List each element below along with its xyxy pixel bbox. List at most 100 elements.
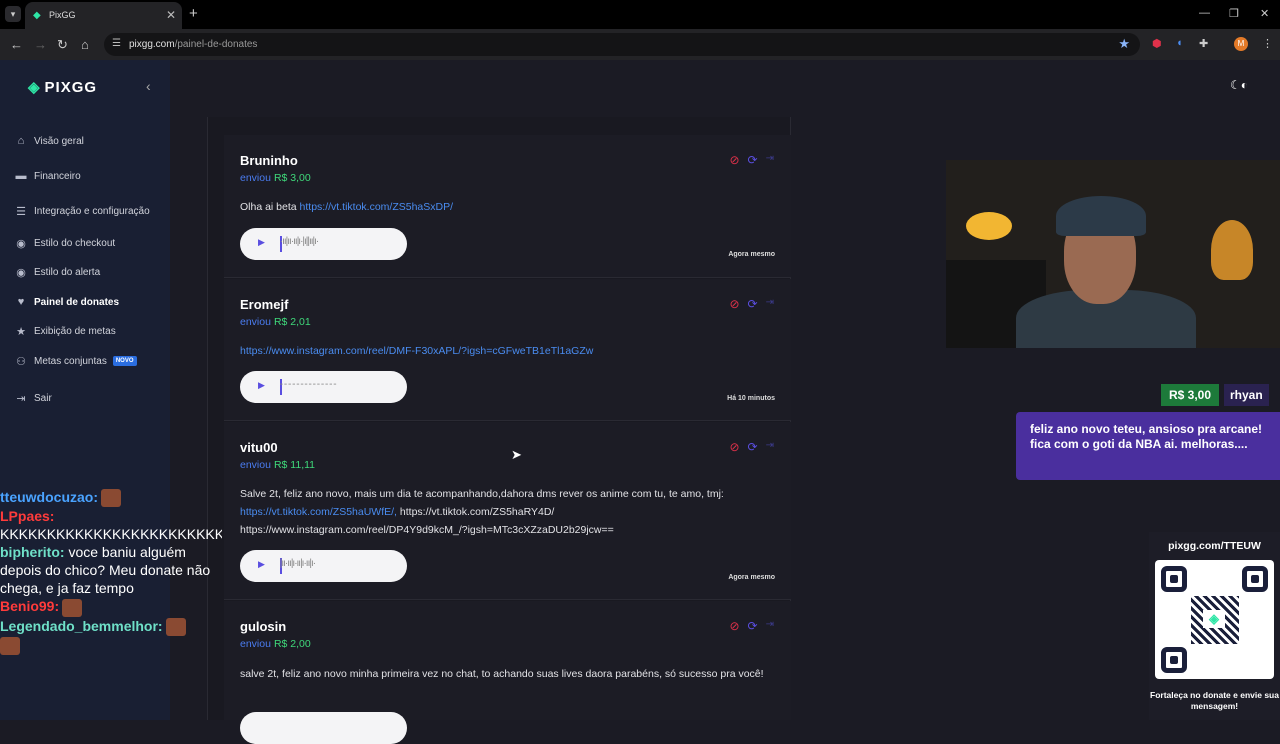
donation-actions: ⊘ ⟳ ⇥: [729, 440, 774, 454]
skip-icon[interactable]: ⇥: [766, 440, 774, 454]
replay-icon[interactable]: ⟳: [748, 153, 758, 167]
donation-actions: ⊘ ⟳ ⇥: [729, 153, 774, 167]
alert-amount: R$ 3,00: [1161, 384, 1220, 406]
forward-icon[interactable]: →: [34, 37, 47, 52]
message-link[interactable]: https://vt.tiktok.com/ZS5haSxDP/: [300, 201, 453, 213]
play-icon[interactable]: ▶: [258, 380, 265, 391]
qr-panel: pixgg.com/TTEUW ◈ Fortaleça no donate e …: [1149, 532, 1280, 720]
donor-name: Eromejf: [240, 297, 289, 312]
sidebar-item-sair[interactable]: ⇥ Sair: [14, 388, 51, 408]
message-link[interactable]: https://vt.tiktok.com/ZS5haUWfE/,: [240, 506, 397, 518]
audio-player[interactable]: ▶ ·ıı|ıı·ıı|ı·|ı||ıı|ı·: [240, 228, 407, 260]
extension-icon[interactable]: ⬢: [1152, 37, 1162, 50]
collapse-sidebar-icon[interactable]: ‹: [146, 78, 151, 94]
audio-player[interactable]: [240, 712, 407, 744]
donation-sent: enviou R$ 2,00: [240, 638, 311, 650]
alert-user: rhyan: [1224, 384, 1269, 406]
close-icon[interactable]: ✕: [166, 8, 176, 22]
replay-icon[interactable]: ⟳: [748, 440, 758, 454]
palette-icon: ◉: [16, 237, 26, 250]
donation-actions: ⊘ ⟳ ⇥: [729, 619, 774, 633]
minimize-icon[interactable]: —: [1199, 7, 1210, 19]
donation-card: Eromejf enviou R$ 2,01 ⊘ ⟳ ⇥ https://www.…: [224, 279, 791, 421]
window-close-icon[interactable]: ✕: [1260, 7, 1269, 20]
new-tab-icon[interactable]: +: [189, 5, 198, 22]
message-link[interactable]: https://www.instagram.com/reel/DMF-F30xA…: [240, 345, 593, 357]
theme-toggle-icon[interactable]: ☾◐: [1230, 78, 1248, 92]
extension-icon[interactable]: ◖: [1176, 37, 1183, 49]
emote-icon: [101, 489, 121, 508]
sidebar-item-metas-conjuntas[interactable]: ⚇ Metas conjuntas NOVO: [14, 351, 137, 371]
bookmark-star-icon[interactable]: ★: [1118, 36, 1130, 52]
qr-caption: Fortaleça no donate e envie sua mensagem…: [1150, 690, 1279, 711]
waveform: |ıı·ıı|ı·ıı|ı·ıı|ı·: [278, 558, 316, 569]
audio-player[interactable]: ▶ |ıı·ıı|ı·ıı|ı·ıı|ı·: [240, 550, 407, 582]
address-bar-row: ← → ↻ ⌂ ☰ pixgg.com/painel-de-donates ★ …: [0, 29, 1280, 60]
ban-icon[interactable]: ⊘: [729, 440, 739, 454]
site-info-icon[interactable]: ☰: [112, 38, 121, 49]
mouse-cursor-icon: ➤: [511, 447, 522, 462]
skip-icon[interactable]: ⇥: [766, 153, 774, 167]
donation-message: salve 2t, feliz ano novo minha primeira …: [240, 668, 764, 680]
profile-avatar[interactable]: M: [1234, 37, 1248, 51]
ban-icon[interactable]: ⊘: [729, 297, 739, 311]
waveform: ·ıı|ıı·ıı|ı·|ı||ıı|ı·: [278, 236, 319, 247]
webcam-feed: [946, 160, 1280, 348]
skip-icon[interactable]: ⇥: [766, 619, 774, 633]
restore-icon[interactable]: ❐: [1229, 7, 1239, 20]
logo[interactable]: ◈ PIXGG: [28, 78, 97, 96]
emote-icon: [62, 598, 83, 617]
top-header: [170, 60, 1280, 117]
donor-name: Bruninho: [240, 153, 298, 168]
donation-actions: ⊘ ⟳ ⇥: [729, 297, 774, 311]
logout-icon: ⇥: [16, 392, 26, 405]
donor-name: gulosin: [240, 619, 287, 634]
ban-icon[interactable]: ⊘: [729, 153, 739, 167]
new-badge: NOVO: [112, 356, 137, 366]
browser-tab-bar: ▾ ◆ PixGG ✕ + — ❐ ✕: [0, 0, 1280, 29]
alert-message: feliz ano novo teteu, ansioso pra arcane…: [1016, 412, 1280, 480]
donation-amount: R$ 2,00: [273, 638, 311, 650]
donation-time: Agora mesmo: [728, 251, 775, 258]
sidebar-item-estilo-checkout[interactable]: ◉ Estilo do checkout: [14, 233, 115, 253]
donation-amount: R$ 3,00: [273, 172, 311, 184]
home-icon: ⌂: [17, 135, 25, 147]
replay-icon[interactable]: ⟳: [748, 297, 758, 311]
sidebar-item-painel-donates[interactable]: ♥ Painel de donates: [14, 292, 119, 312]
sidebar-item-exibicao-metas[interactable]: ★ Exibição de metas: [14, 321, 116, 341]
donation-card: Bruninho enviou R$ 3,00 ⊘ ⟳ ⇥ Olha ai bet…: [224, 135, 791, 278]
goals-icon: ⚇: [16, 355, 26, 368]
star-icon: ★: [16, 325, 26, 338]
chat-message: Benio99:: [0, 597, 222, 617]
donation-sent: enviou R$ 11,11: [240, 459, 316, 471]
donor-name: vitu00: [240, 440, 278, 455]
donation-time: Agora mesmo: [728, 574, 775, 581]
audio-player[interactable]: ▶ - - - - - - - - - - - - - -: [240, 371, 407, 403]
pixgg-logo-icon: ◈: [28, 79, 41, 96]
skip-icon[interactable]: ⇥: [766, 297, 774, 311]
play-icon[interactable]: ▶: [258, 237, 265, 248]
play-icon[interactable]: ▶: [258, 559, 265, 570]
qr-url: pixgg.com/TTEUW: [1168, 540, 1261, 552]
sidebar-item-integracao[interactable]: ☰ Integração e configuração: [14, 201, 150, 221]
url-field[interactable]: ☰ pixgg.com/painel-de-donates ★: [104, 33, 1140, 56]
donation-amount: R$ 2,01: [273, 316, 311, 328]
emote-icon: [0, 637, 20, 656]
browser-tab[interactable]: ◆ PixGG ✕: [25, 2, 182, 29]
tab-search-icon[interactable]: ▾: [5, 6, 21, 22]
ban-icon[interactable]: ⊘: [729, 619, 739, 633]
donation-time: Há 10 minutos: [727, 395, 775, 402]
waveform: - - - - - - - - - - - - - -: [278, 379, 337, 390]
sidebar-item-estilo-alerta[interactable]: ◉ Estilo do alerta: [14, 262, 100, 282]
reload-icon[interactable]: ↻: [57, 37, 68, 53]
home-icon[interactable]: ⌂: [81, 37, 89, 52]
extensions-puzzle-icon[interactable]: ✚: [1199, 37, 1208, 50]
replay-icon[interactable]: ⟳: [748, 619, 758, 633]
sidebar-item-visao-geral[interactable]: ⌂ Visão geral: [14, 131, 84, 151]
back-icon[interactable]: ←: [10, 37, 23, 52]
donation-amount: R$ 11,11: [273, 459, 316, 471]
url-text: pixgg.com/painel-de-donates: [129, 39, 258, 50]
menu-dots-icon[interactable]: ⋮: [1262, 37, 1273, 50]
sidebar-item-financeiro[interactable]: ▬ Financeiro: [14, 166, 81, 186]
pixgg-logo-icon: ◈: [1203, 610, 1225, 628]
